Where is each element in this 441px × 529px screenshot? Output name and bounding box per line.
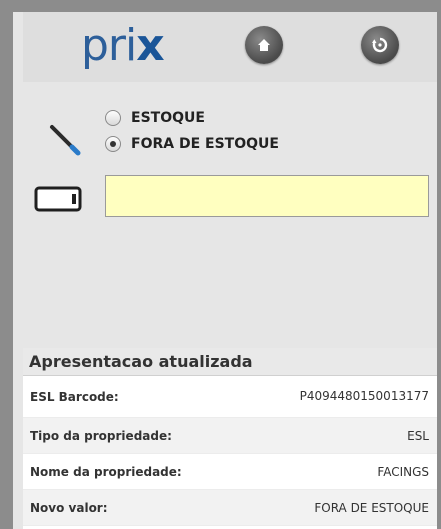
radio-option-fora-de-estoque[interactable]: FORA DE ESTOQUE <box>105 136 279 152</box>
radio-option-estoque[interactable]: ESTOQUE <box>105 110 205 126</box>
prix-logo: prix <box>81 20 165 71</box>
refresh-button[interactable] <box>361 26 399 64</box>
scanner-icon <box>34 186 82 212</box>
radio-estoque[interactable] <box>105 110 121 126</box>
app-frame: prix ESTOQUE FORA DE ESTOQUE Apresentaca… <box>0 0 441 529</box>
result-label: ESL Barcode: <box>30 389 119 404</box>
radio-estoque-label: ESTOQUE <box>131 110 205 126</box>
result-row-new-value: Novo valor: FORA DE ESTOQUE <box>23 490 437 526</box>
wand-icon <box>50 125 81 156</box>
barcode-input[interactable] <box>105 175 429 217</box>
home-icon <box>258 39 270 51</box>
result-row-type: Tipo da propriedade: ESL <box>23 418 437 454</box>
result-label: Tipo da propriedade: <box>30 428 172 443</box>
logo-text-part: pri <box>81 20 137 71</box>
radio-fora-de-estoque[interactable] <box>105 136 121 152</box>
result-value: FORA DE ESTOQUE <box>314 500 429 515</box>
refresh-icon <box>372 37 388 53</box>
home-button[interactable] <box>245 26 283 64</box>
result-label: Nome da propriedade: <box>30 464 182 479</box>
result-value: ESL <box>407 428 429 443</box>
result-row-name: Nome da propriedade: FACINGS <box>23 454 437 490</box>
app-panel: prix ESTOQUE FORA DE ESTOQUE Apresentaca… <box>13 12 437 529</box>
result-value: FACINGS <box>377 464 429 479</box>
radio-fora-de-estoque-label: FORA DE ESTOQUE <box>131 136 279 152</box>
result-row-barcode: ESL Barcode: P4094480150013177 <box>23 376 437 418</box>
result-panel-title: Apresentacao atualizada <box>23 348 437 376</box>
result-value: P4094480150013177 <box>299 389 429 403</box>
logo-text-x: x <box>136 20 164 71</box>
result-panel: Apresentacao atualizada ESL Barcode: P40… <box>23 348 437 529</box>
result-label: Novo valor: <box>30 500 108 515</box>
header-bar: prix <box>23 12 437 82</box>
